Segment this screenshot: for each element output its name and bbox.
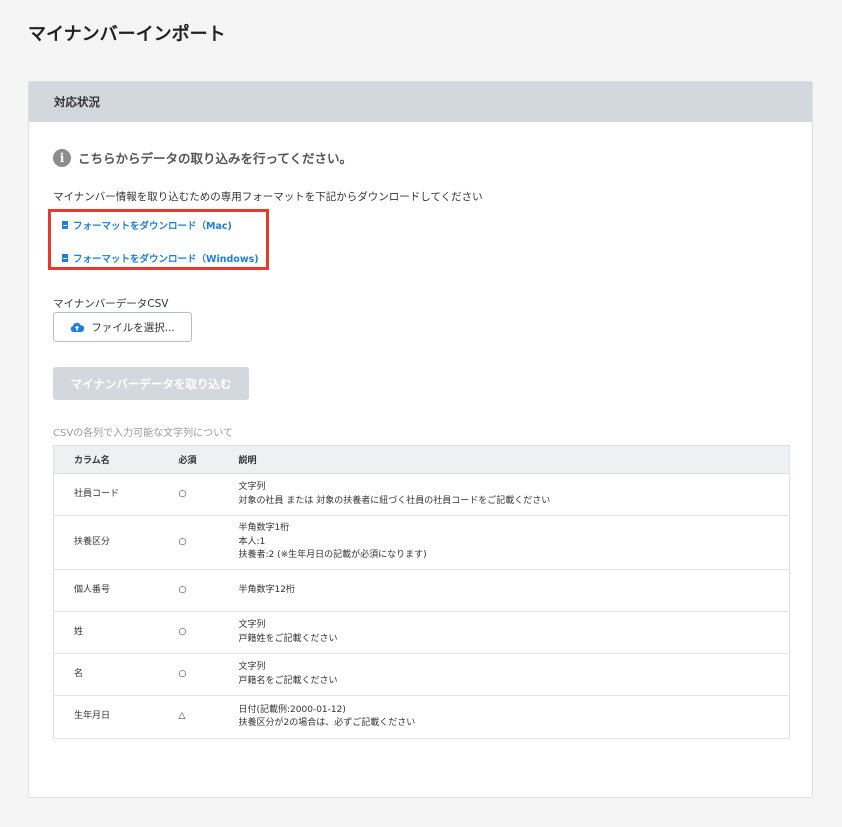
column-header-required: 必須 [157,445,239,474]
column-header-description: 説明 [238,445,790,474]
table-row: 扶養区分 ○ 半角数字1桁 本人:1 扶養者:2 (※生年月日の記載が必須になり… [53,515,790,570]
description-line: 扶養区分が2の場合は、必ずご記載ください [238,718,416,728]
cell-column-name: 個人番号 [53,569,158,612]
description-line: 扶養者:2 (※生年月日の記載が必須になります) [238,550,427,561]
document-icon [62,254,68,262]
description-line: 文字列 [238,662,266,672]
import-button[interactable]: マイナンバーデータを取り込む [53,367,249,400]
description-line: 対象の社員 または 対象の扶養者に紐づく社員の社員コードをご記載ください [238,495,551,506]
page-title: マイナンバーインポート [28,24,226,45]
cell-required: △ [157,695,239,739]
description-line: 半角数字12桁 [238,584,295,595]
card-header: 対応状況 [29,82,812,122]
table-row: 名 ○ 文字列 戸籍名をご記載ください [53,653,790,696]
table-header-row: カラム名 必須 説明 [53,445,790,474]
cell-required: ○ [157,515,239,570]
notice-text: こちらからデータの取り込みを行ってください。 [78,151,353,166]
table-row: 姓 ○ 文字列 戸籍姓をご記載ください [53,611,790,654]
cloud-upload-icon [70,322,85,332]
download-mac-label: フォーマットをダウンロード（Mac) [73,221,232,232]
csv-file-label: マイナンバーデータCSV [53,298,169,310]
document-icon [62,221,68,229]
notice: i こちらからデータの取り込みを行ってください。 [53,148,352,167]
description-line: 日付(記載例:2000-01-12) [238,704,346,715]
cell-description: 文字列 戸籍名をご記載ください [238,653,790,696]
file-select-button[interactable]: ファイルを選択... [53,312,192,342]
table-caption: CSVの各列で入力可能な文字列について [53,428,233,439]
description-line: 文字列 [238,620,266,630]
description-line: 半角数字1桁 [238,523,290,534]
table-row: 生年月日 △ 日付(記載例:2000-01-12) 扶養区分が2の場合は、必ずご… [53,695,790,739]
cell-column-name: 扶養区分 [53,515,158,570]
cell-description: 文字列 戸籍姓をご記載ください [238,611,790,654]
column-header-name: カラム名 [53,445,158,474]
cell-required: ○ [157,569,239,612]
table-row: 社員コード ○ 文字列 対象の社員 または 対象の扶養者に紐づく社員の社員コード… [53,473,790,516]
file-select-label: ファイルを選択... [91,321,175,334]
cell-column-name: 生年月日 [53,695,158,739]
status-card: 対応状況 i こちらからデータの取り込みを行ってください。 マイナンバー情報を取… [28,81,813,798]
cell-column-name: 社員コード [53,473,158,516]
cell-required: ○ [157,653,239,696]
download-windows-label: フォーマットをダウンロード（Windows) [73,254,259,265]
description-line: 戸籍姓をご記載ください [238,633,338,644]
column-spec-table: カラム名 必須 説明 社員コード ○ 文字列 対象の社員 または 対象の扶養者に… [53,445,790,739]
cell-description: 半角数字1桁 本人:1 扶養者:2 (※生年月日の記載が必須になります) [238,515,790,570]
download-windows-link[interactable]: フォーマットをダウンロード（Windows) [62,251,259,265]
cell-column-name: 名 [53,653,158,696]
cell-description: 文字列 対象の社員 または 対象の扶養者に紐づく社員の社員コードをご記載ください [238,473,790,516]
card-header-label: 対応状況 [54,95,100,109]
cell-required: ○ [157,473,239,516]
description-line: 戸籍名をご記載ください [238,675,338,686]
table-row: 個人番号 ○ 半角数字12桁 [53,569,790,612]
download-mac-link[interactable]: フォーマットをダウンロード（Mac) [62,218,232,232]
cell-description: 日付(記載例:2000-01-12) 扶養区分が2の場合は、必ずご記載ください [238,695,790,739]
description-line: 文字列 [238,482,266,492]
description-line: 本人:1 [238,536,266,547]
download-description: マイナンバー情報を取り込むための専用フォーマットを下記からダウンロードしてくださ… [53,191,483,203]
cell-description: 半角数字12桁 [238,569,790,612]
cell-column-name: 姓 [53,611,158,654]
info-icon: i [53,148,71,167]
cell-required: ○ [157,611,239,654]
